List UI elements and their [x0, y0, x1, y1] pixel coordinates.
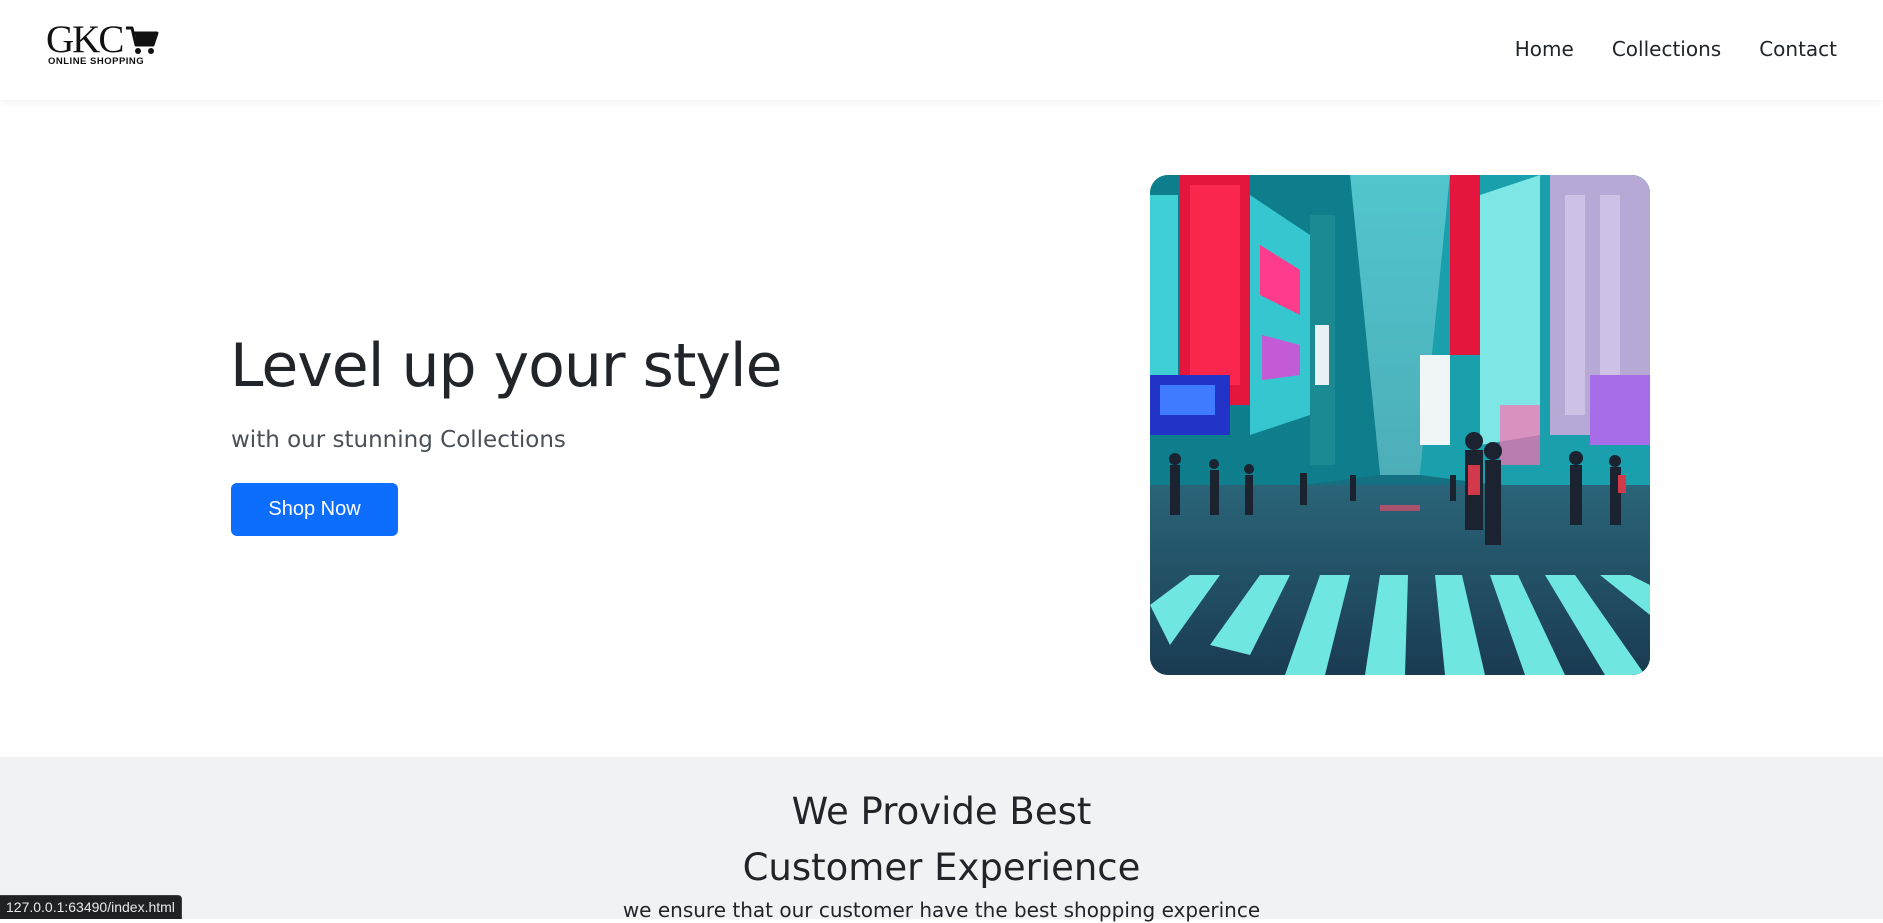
shop-now-button[interactable]: Shop Now: [231, 483, 398, 536]
hero-title: Level up your style: [230, 331, 782, 401]
navbar: GKC ONLINE SHOPPING Home Collections Con…: [0, 0, 1883, 100]
section-title-line-1: We Provide Best: [791, 790, 1092, 833]
section-title: We Provide Best Customer Experience: [0, 784, 1883, 896]
nav-collections-link[interactable]: Collections: [1612, 36, 1721, 62]
main-nav: Home Collections Contact: [1515, 36, 1837, 62]
customer-experience-section: We Provide Best Customer Experience we e…: [0, 757, 1883, 922]
logo-subtext: ONLINE SHOPPING: [48, 56, 145, 67]
city-street-illustration: [1150, 175, 1650, 675]
section-title-line-2: Customer Experience: [742, 846, 1141, 889]
section-description: we ensure that our customer have the bes…: [622, 898, 1261, 922]
brand-logo[interactable]: GKC ONLINE SHOPPING: [46, 18, 159, 68]
hero-city-image: [1150, 175, 1650, 675]
nav-contact-link[interactable]: Contact: [1759, 36, 1837, 62]
browser-status-url: 127.0.0.1:63490/index.html: [0, 895, 182, 919]
nav-home-link[interactable]: Home: [1515, 36, 1574, 62]
shopping-cart-icon: [126, 26, 159, 54]
hero-subtitle: with our stunning Collections: [231, 427, 566, 453]
logo-text: GKC: [46, 18, 124, 61]
